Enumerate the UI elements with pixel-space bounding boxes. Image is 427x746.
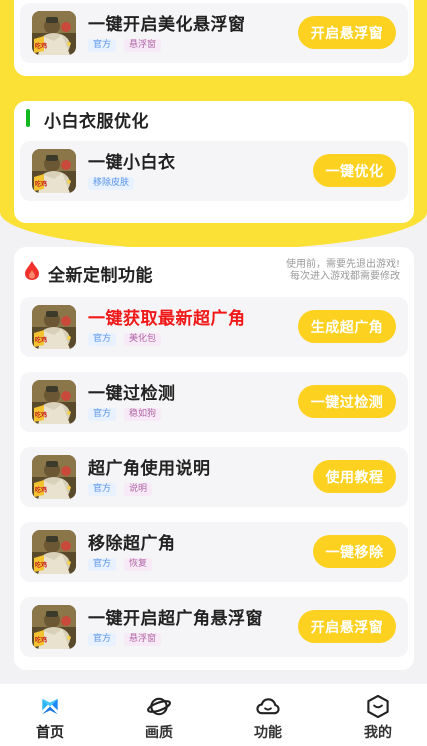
game-thumbnail bbox=[32, 605, 76, 649]
open-floating-window-button[interactable]: 开启悬浮窗 bbox=[298, 610, 396, 643]
notice-line-2: 每次进入游戏都需要修改 bbox=[290, 271, 400, 282]
row-title: 一键小白衣 bbox=[88, 153, 176, 173]
notice-line-1: 使用前，需要先退出游戏! bbox=[285, 259, 400, 270]
tab-label: 我的 bbox=[364, 725, 392, 741]
planet-icon bbox=[147, 697, 171, 716]
tag-remove-skin: 移除皮肤 bbox=[88, 177, 135, 190]
game-thumbnail bbox=[32, 380, 76, 424]
tag-official: 官方 bbox=[88, 408, 117, 421]
list-item-usage-guide[interactable]: 超广角使用说明 官方 说明 使用教程 bbox=[20, 447, 408, 507]
tag-category: 稳如狗 bbox=[124, 408, 162, 421]
list-item-white-clothes[interactable]: 一键小白衣 移除皮肤 一键优化 bbox=[20, 141, 408, 201]
row-title: 一键开启超广角悬浮窗 bbox=[88, 609, 263, 629]
list-item-wide-angle[interactable]: 一键获取最新超广角 官方 美化包 生成超广角 bbox=[20, 297, 408, 357]
list-item-remove-wide-angle[interactable]: 移除超广角 官方 恢复 一键移除 bbox=[20, 522, 408, 582]
game-thumbnail bbox=[32, 149, 76, 193]
tag-official: 官方 bbox=[88, 633, 117, 646]
tab-label: 首页 bbox=[36, 725, 64, 741]
section-title: 全新定制功能 bbox=[48, 266, 153, 286]
optimize-button[interactable]: 一键优化 bbox=[313, 154, 396, 187]
bypass-detection-button[interactable]: 一键过检测 bbox=[298, 385, 396, 418]
open-floating-window-button[interactable]: 开启悬浮窗 bbox=[298, 16, 396, 49]
remove-button[interactable]: 一键移除 bbox=[313, 535, 396, 568]
section-marker bbox=[26, 109, 30, 127]
list-item-bypass-detection[interactable]: 一键过检测 官方 稳如狗 一键过检测 bbox=[20, 372, 408, 432]
row-title: 移除超广角 bbox=[88, 534, 176, 554]
tab-quality[interactable]: 画质 bbox=[129, 694, 189, 742]
tab-profile[interactable]: 我的 bbox=[348, 694, 408, 742]
tab-features[interactable]: 功能 bbox=[238, 694, 298, 742]
white-clothes-section: 小白衣服优化 一键小白衣 移除皮肤 一键优化 bbox=[14, 101, 414, 223]
tag-official: 官方 bbox=[88, 39, 117, 52]
tag-official: 官方 bbox=[88, 558, 117, 571]
game-thumbnail bbox=[32, 11, 76, 55]
tab-label: 画质 bbox=[145, 725, 173, 741]
game-thumbnail bbox=[32, 455, 76, 499]
generate-wide-angle-button[interactable]: 生成超广角 bbox=[298, 310, 396, 343]
tab-home[interactable]: 首页 bbox=[20, 694, 80, 742]
row-title: 一键开启美化悬浮窗 bbox=[88, 15, 246, 35]
tutorial-button[interactable]: 使用教程 bbox=[313, 460, 396, 493]
top-card: 一键开启美化悬浮窗 官方 悬浮窗 开启悬浮窗 bbox=[14, 0, 414, 76]
usage-notice: 使用前，需要先退出游戏! 每次进入游戏都需要修改 bbox=[278, 259, 400, 283]
tag-official: 官方 bbox=[88, 483, 117, 496]
section-title: 小白衣服优化 bbox=[44, 112, 149, 132]
game-thumbnail bbox=[32, 530, 76, 574]
tag-category: 悬浮窗 bbox=[124, 633, 162, 646]
bottom-tab-bar: 首页 画质 功能 我的 bbox=[0, 684, 427, 746]
row-title: 一键获取最新超广角 bbox=[88, 309, 246, 329]
home-icon bbox=[42, 698, 58, 715]
tag-category: 说明 bbox=[124, 483, 153, 496]
game-thumbnail bbox=[32, 305, 76, 349]
list-item-wide-angle-floating-window[interactable]: 一键开启超广角悬浮窗 官方 悬浮窗 开启悬浮窗 bbox=[20, 597, 408, 657]
flame-icon bbox=[25, 261, 39, 280]
feature-section: 全新定制功能 使用前，需要先退出游戏! 每次进入游戏都需要修改 一键获取最新超广… bbox=[14, 247, 414, 670]
tab-label: 功能 bbox=[254, 725, 282, 741]
row-title: 超广角使用说明 bbox=[88, 459, 211, 479]
cloud-icon bbox=[256, 698, 280, 715]
tag-category: 美化包 bbox=[124, 333, 162, 346]
list-item-floating-window[interactable]: 一键开启美化悬浮窗 官方 悬浮窗 开启悬浮窗 bbox=[20, 3, 408, 63]
user-cube-icon bbox=[367, 694, 389, 719]
tag-category: 悬浮窗 bbox=[124, 39, 162, 52]
row-title: 一键过检测 bbox=[88, 384, 176, 404]
tag-official: 官方 bbox=[88, 333, 117, 346]
tag-category: 恢复 bbox=[124, 558, 153, 571]
